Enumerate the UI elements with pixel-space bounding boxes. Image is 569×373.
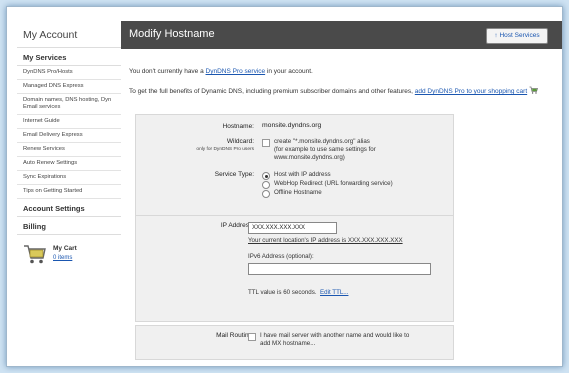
wildcard-label: Wildcard: — [226, 138, 254, 145]
mail-routing-text-1: I have mail server with another name and… — [260, 332, 410, 339]
sidebar-section-my-services[interactable]: My Services — [17, 48, 121, 66]
sidebar: My Account My Services DynDNS Pro/Hosts … — [17, 21, 121, 366]
cart-count-link[interactable]: 0 items — [53, 255, 72, 261]
ipv6-label: IPv6 Address (optional): — [248, 253, 314, 260]
add-to-cart-link[interactable]: add DynDNS Pro to your shopping cart — [415, 88, 527, 95]
ipv6-address-input[interactable] — [248, 263, 431, 275]
wildcard-note-2: www.monsite.dyndns.org) — [274, 154, 345, 161]
cart-icon[interactable] — [23, 243, 47, 265]
sidebar-item-renew-services[interactable]: Renew Services — [17, 143, 121, 157]
hostname-label: Hostname: — [222, 123, 254, 130]
my-cart[interactable]: My Cart 0 items — [17, 243, 121, 273]
sidebar-item-email-delivery[interactable]: Email Delivery Express — [17, 129, 121, 143]
mail-routing-panel: Mail Routing: I have mail server with an… — [135, 325, 454, 360]
intro-benefits: To get the full benefits of Dynamic DNS,… — [129, 86, 555, 96]
service-radio-host-ip[interactable] — [262, 172, 270, 180]
mail-routing-checkbox[interactable] — [248, 333, 256, 341]
ttl-info: TTL value is 60 seconds. Edit TTL... — [248, 289, 348, 297]
wildcard-text: create "*.monsite.dyndns.org" alias — [274, 138, 370, 145]
current-ip-link[interactable]: Your current location's IP address is XX… — [248, 237, 403, 245]
ttl-text: TTL value is 60 seconds. — [248, 289, 317, 296]
wildcard-note-1: (for example to use same settings for — [274, 146, 376, 153]
sidebar-title: My Account — [17, 21, 121, 48]
service-option-host-ip[interactable]: Host with IP address — [274, 171, 331, 179]
sidebar-item-dyndns-pro[interactable]: DynDNS Pro/Hosts — [17, 66, 121, 80]
host-services-button[interactable]: ↑ Host Services — [486, 28, 548, 44]
cart-label[interactable]: My Cart — [53, 245, 77, 252]
service-option-webhop[interactable]: WebHop Redirect (URL forwarding service) — [274, 180, 393, 188]
service-option-offline[interactable]: Offline Hostname — [274, 189, 322, 197]
sidebar-item-tips[interactable]: Tips on Getting Started — [17, 185, 121, 199]
benefits-text: To get the full benefits of Dynamic DNS,… — [129, 88, 415, 95]
intro-text: You don't currently have a — [129, 68, 206, 75]
hostname-value: monsite.dyndns.org — [262, 122, 322, 129]
wildcard-sublabel: only for DynDNS Pro users — [196, 147, 254, 152]
edit-ttl-link[interactable]: Edit TTL... — [320, 289, 348, 296]
page-title: Modify Hostname — [129, 28, 215, 40]
mail-routing-label: Mail Routing: — [216, 332, 254, 339]
window-frame: My Account My Services DynDNS Pro/Hosts … — [6, 6, 563, 367]
service-radio-webhop[interactable] — [262, 181, 270, 189]
service-type-label: Service Type: — [214, 171, 254, 178]
dyndns-pro-link[interactable]: DynDNS Pro service — [206, 68, 266, 75]
service-radio-offline[interactable] — [262, 190, 270, 198]
sidebar-section-billing[interactable]: Billing — [17, 217, 121, 235]
wildcard-checkbox[interactable] — [262, 139, 270, 147]
sidebar-item-sync-expirations[interactable]: Sync Expirations — [17, 171, 121, 185]
sidebar-section-account-settings[interactable]: Account Settings — [17, 199, 121, 217]
intro-text-end: in your account. — [265, 68, 313, 75]
ip-address-input[interactable]: XXX.XXX.XXX.XXX — [248, 222, 337, 234]
sidebar-item-auto-renew[interactable]: Auto Renew Settings — [17, 157, 121, 171]
hostname-panel: Hostname: monsite.dyndns.org Wildcard: o… — [135, 114, 454, 226]
sidebar-item-domain-names[interactable]: Domain names, DNS hosting, Dyn Email ser… — [17, 94, 121, 115]
ip-address-label: IP Address: — [220, 222, 254, 229]
mail-routing-text-2: add MX hostname... — [260, 340, 316, 347]
intro-no-pro: You don't currently have a DynDNS Pro se… — [129, 68, 549, 76]
main-content: Modify Hostname ↑ Host Services You don'… — [121, 21, 562, 366]
page-header: Modify Hostname ↑ Host Services — [121, 21, 562, 49]
sidebar-item-internet-guide[interactable]: Internet Guide — [17, 115, 121, 129]
ip-address-panel: IP Address: XXX.XXX.XXX.XXX Your current… — [135, 215, 454, 322]
cart-add-icon[interactable] — [529, 86, 539, 94]
sidebar-item-managed-dns[interactable]: Managed DNS Express — [17, 80, 121, 94]
